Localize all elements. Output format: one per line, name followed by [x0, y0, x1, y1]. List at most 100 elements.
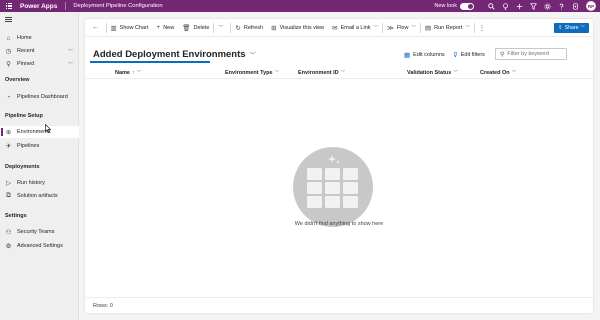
more-commands-button[interactable]: ⋮ [475, 19, 493, 37]
filter-icon: ⊽ [453, 52, 458, 59]
brand-name[interactable]: Power Apps [20, 3, 57, 10]
mail-icon: ✉ [332, 24, 338, 32]
header-divider [65, 2, 67, 10]
share-button[interactable]: ⇪ Share ﹀ [554, 23, 589, 33]
column-label: Environment Type [225, 70, 273, 76]
dashboard-icon: ◔ [6, 93, 11, 101]
search-icon: ⚲ [500, 51, 505, 58]
sidebar-item-pinned[interactable]: ⚲ Pinned ﹀ [0, 58, 79, 70]
chevron-down-icon: ﹀ [67, 61, 73, 68]
add-icon: + [156, 24, 161, 31]
column-label: Environment ID [298, 70, 339, 76]
chevron-down-icon: ﹀ [373, 24, 379, 30]
flow-label: Flow [396, 24, 409, 31]
chevron-down-icon: ﹀ [465, 24, 470, 30]
chevron-down-icon: ﹀ [453, 70, 458, 75]
sidebar: ⌂ Home ◷ Recent ﹀ ⚲ Pinned ﹀ Overview ◔ … [0, 12, 79, 320]
help-icon[interactable] [554, 0, 568, 12]
home-icon: ⌂ [6, 34, 11, 42]
app-header: Power Apps Deployment Pipeline Configura… [0, 0, 600, 12]
email-link-button[interactable]: ✉ Email a Link ﹀ [328, 19, 382, 37]
flow-button[interactable]: ≫ Flow ﹀ [383, 19, 420, 37]
chevron-down-icon: ﹀ [511, 70, 517, 75]
avatar[interactable]: RP [586, 1, 596, 11]
sidebar-item-advanced-settings[interactable]: ⚙ Advanced Settings [0, 240, 79, 252]
sidebar-item-label: Run history [17, 180, 45, 186]
section-title-pipeline-setup: Pipeline Setup [5, 113, 43, 119]
mouse-cursor-icon [45, 124, 51, 133]
visualize-view-button[interactable]: ⊞ Visualize this view [267, 19, 328, 37]
sort-ascending-icon: ↑ [131, 70, 135, 76]
back-button[interactable]: ← [85, 19, 106, 37]
grid-header: Name ↑ ﹀ Environment Type ﹀ Environment … [85, 67, 593, 79]
sidebar-item-label: Solution artifacts [17, 193, 58, 199]
delete-button[interactable]: 🗑 Delete [178, 19, 213, 37]
app-launcher-button[interactable] [0, 0, 18, 12]
new-look-toggle[interactable] [460, 2, 474, 10]
view-title-underline [90, 61, 210, 63]
row-count: Rows: 0 [93, 302, 113, 309]
new-button[interactable]: + New [152, 19, 178, 37]
visualize-label: Visualize this view [279, 24, 325, 31]
copilot-icon[interactable] [568, 0, 582, 12]
delete-more-button[interactable]: ﹀ [214, 19, 230, 37]
new-look-label: New look [434, 3, 457, 9]
sidebar-item-label: Security Teams [17, 229, 55, 235]
report-icon: ▤ [424, 24, 432, 32]
play-icon: ▷ [6, 180, 11, 187]
sidebar-item-solution-artifacts[interactable]: ⧉ Solution artifacts [0, 190, 79, 202]
column-label: Validation Status [407, 70, 452, 76]
settings-icon: ⚙ [5, 243, 12, 250]
column-label: Created On [480, 70, 510, 76]
gear-icon[interactable] [540, 0, 554, 12]
column-header-created-on[interactable]: Created On ﹀ [480, 67, 516, 79]
column-header-environment-id[interactable]: Environment ID ﹀ [298, 67, 345, 79]
pin-icon: ⚲ [6, 61, 11, 68]
column-label: Name [115, 70, 130, 76]
show-chart-button[interactable]: ▥ Show Chart [107, 19, 153, 37]
lightbulb-icon[interactable] [498, 0, 512, 12]
view-selector[interactable]: Added Deployment Environments ﹀ [93, 49, 256, 60]
chevron-down-icon: ﹀ [411, 24, 416, 30]
section-title-settings: Settings [5, 213, 27, 219]
hamburger-icon[interactable] [5, 17, 12, 22]
column-header-name[interactable]: Name ↑ ﹀ [115, 67, 141, 79]
chevron-down-icon: ﹀ [340, 70, 346, 75]
sidebar-item-security-teams[interactable]: ⚇ Security Teams [0, 226, 79, 238]
sidebar-item-run-history[interactable]: ▷ Run history [0, 177, 79, 189]
refresh-button[interactable]: ↻ Refresh [231, 19, 267, 37]
chevron-down-icon: ﹀ [67, 48, 73, 55]
clock-icon: ◷ [5, 48, 12, 55]
visualize-icon: ⊞ [271, 24, 277, 32]
sidebar-item-home[interactable]: ⌂ Home [0, 32, 79, 44]
main-content: ← ▥ Show Chart + New 🗑 Delete ﹀ ↻ Refres… [85, 19, 593, 313]
filter-by-keyword-input[interactable]: ⚲ Filter by keyword [495, 48, 567, 60]
column-header-validation-status[interactable]: Validation Status ﹀ [407, 67, 458, 79]
sidebar-item-environments[interactable]: ⊕ Environments [0, 126, 79, 138]
search-icon[interactable] [484, 0, 498, 12]
edit-filters-label: Edit filters [460, 52, 485, 58]
sidebar-item-label: Pipelines Dashboard [17, 94, 68, 100]
columns-icon: ▦ [404, 52, 411, 59]
run-report-button[interactable]: ▤ Run Report ﹀ [421, 19, 474, 37]
sidebar-item-pipelines[interactable]: ✈ Pipelines [0, 140, 79, 152]
sidebar-item-label: Recent [17, 48, 35, 54]
column-header-environment-type[interactable]: Environment Type ﹀ [225, 67, 279, 79]
add-icon[interactable] [512, 0, 526, 12]
filter-icon[interactable] [526, 0, 540, 12]
share-label: Share [564, 25, 579, 31]
edit-filters-button[interactable]: ⊽ Edit filters [453, 50, 485, 60]
more-vertical-icon: ⋮ [478, 24, 486, 32]
chevron-down-icon: ﹀ [136, 70, 142, 75]
sidebar-item-pipelines-dashboard[interactable]: ◔ Pipelines Dashboard [0, 91, 79, 103]
sidebar-item-label: Pipelines [17, 143, 40, 149]
app-title[interactable]: Deployment Pipeline Configuration [73, 3, 162, 9]
edit-columns-button[interactable]: ▦ Edit columns [404, 50, 445, 60]
sidebar-item-recent[interactable]: ◷ Recent ﹀ [0, 45, 79, 57]
share-icon: ⇪ [558, 25, 563, 31]
sidebar-item-label: Home [17, 35, 32, 41]
new-label: New [163, 24, 175, 31]
section-title-overview: Overview [5, 77, 30, 83]
empty-grid-illustration [293, 147, 373, 227]
refresh-icon: ↻ [235, 24, 241, 32]
